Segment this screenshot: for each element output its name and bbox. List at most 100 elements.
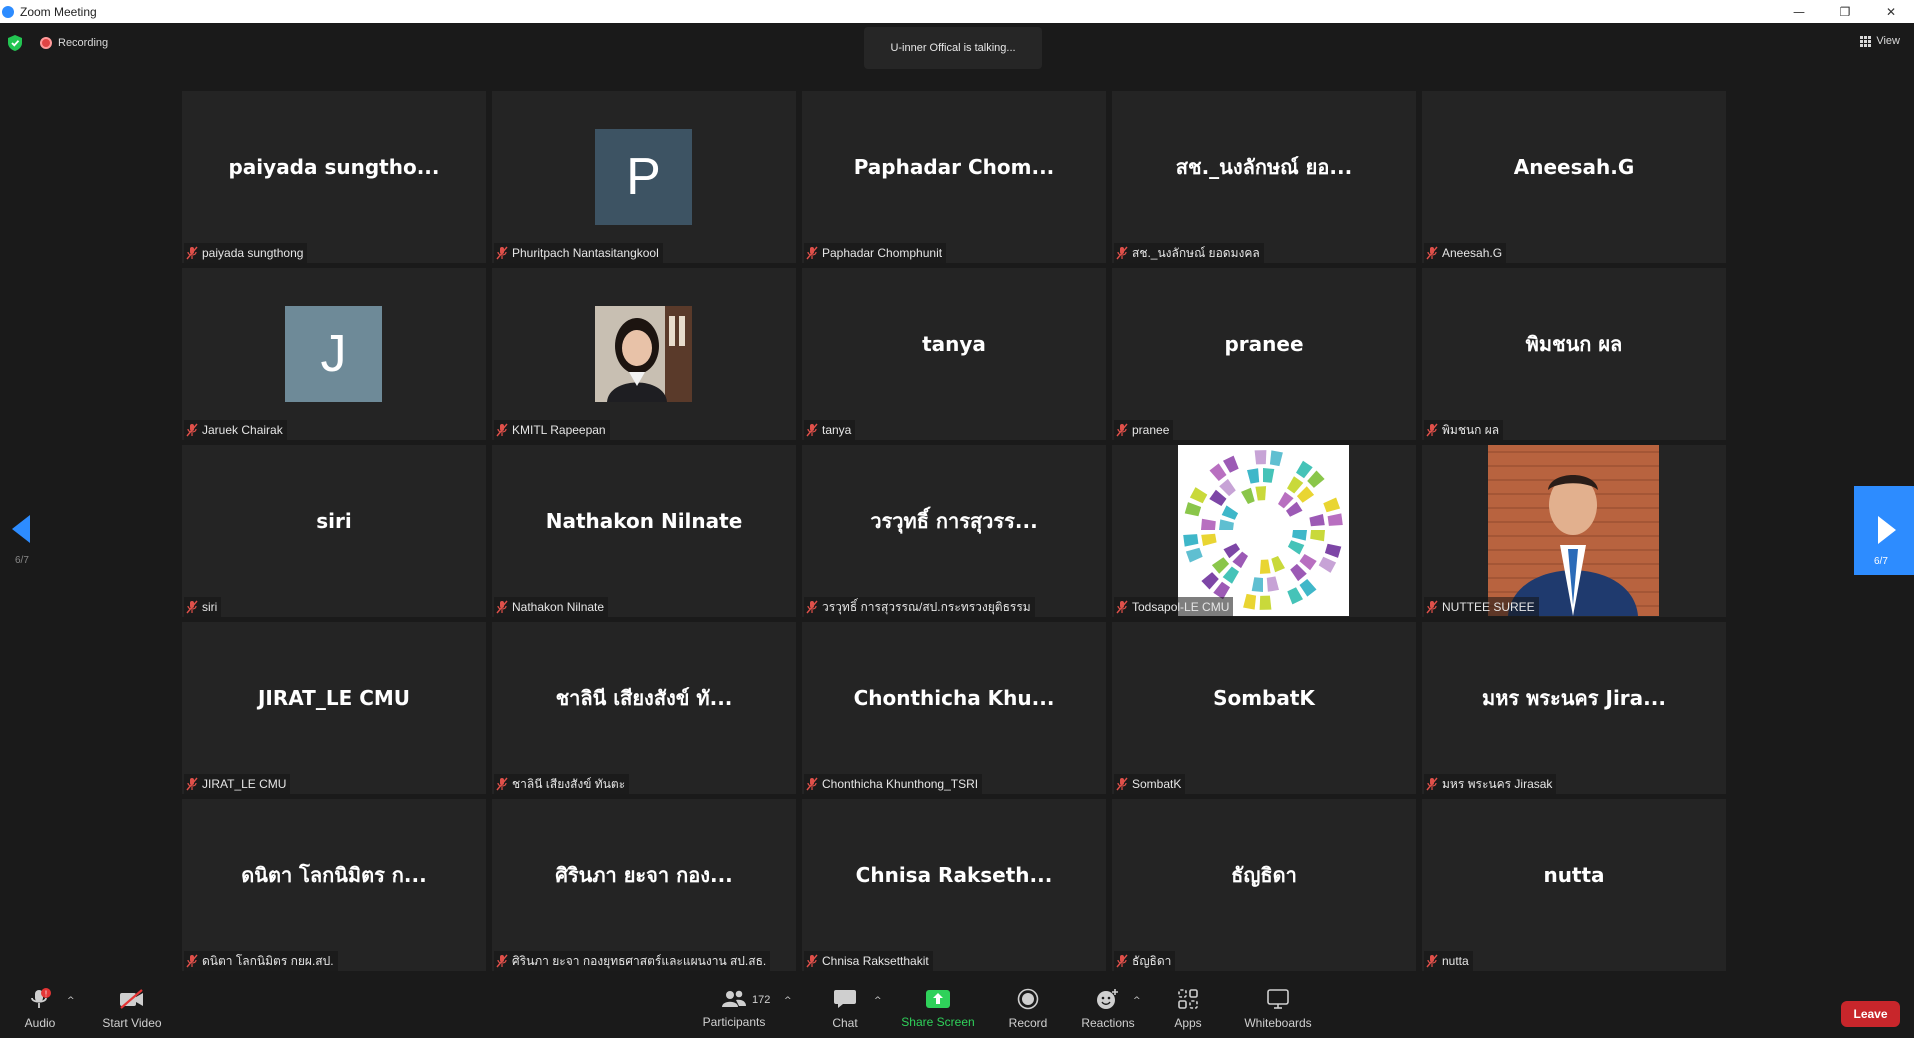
next-page-button[interactable]: 6/7 [1854, 486, 1914, 575]
muted-mic-icon [1426, 600, 1438, 614]
participant-display-name: JIRAT_LE CMU [257, 686, 411, 710]
participant-nameplate: Todsapol-LE CMU [1114, 597, 1234, 617]
participant-tile[interactable]: pranee pranee [1112, 268, 1416, 440]
window-controls: — ❐ ✕ [1776, 0, 1914, 23]
muted-mic-icon [496, 246, 508, 260]
muted-mic-icon [1116, 600, 1128, 614]
audio-options-caret-icon[interactable]: ^ [67, 996, 75, 1006]
leave-button[interactable]: Leave [1841, 1001, 1900, 1027]
recording-label: Recording [58, 37, 109, 49]
apps-label: Apps [1174, 1016, 1202, 1030]
participant-name: ชาลินี เสียงสังข์ ทันตะ [512, 776, 626, 791]
participant-display-name: pranee [1224, 332, 1304, 356]
recording-dot-icon [40, 37, 52, 49]
participant-name: Nathakon Nilnate [512, 600, 605, 614]
muted-mic-icon [806, 600, 818, 614]
participant-display-name: สช._นงลักษณ์ ยอ... [1175, 155, 1353, 179]
active-speaker-banner: U-inner Offical is talking... [864, 27, 1042, 69]
participant-tile[interactable]: ศิรินภา ยะจา กอง... ศิรินภา ยะจา กองยุทธศ… [492, 799, 796, 971]
participant-tile[interactable]: P Phuritpach Nantasitangkool [492, 91, 796, 263]
participant-tile[interactable]: ดนิตา โลกนิมิตร ก... ดนิตา โลกนิมิตร กยผ.… [182, 799, 486, 971]
participant-name: Jaruek Chairak [202, 423, 283, 437]
reactions-button[interactable]: Reactions [1078, 980, 1138, 1038]
participant-name: tanya [822, 423, 852, 437]
participant-tile[interactable]: paiyada sungtho... paiyada sungthong [182, 91, 486, 263]
whiteboards-button[interactable]: Whiteboards [1240, 980, 1316, 1038]
participant-nameplate: Chonthicha Khunthong_TSRI [804, 774, 983, 794]
recording-indicator[interactable]: Recording [40, 37, 108, 49]
participant-avatar: P [595, 129, 692, 225]
participant-tile[interactable]: มหร พระนคร Jira... มหร พระนคร Jirasak [1422, 622, 1726, 794]
muted-mic-icon [186, 423, 198, 437]
participant-tile[interactable]: Chonthicha Khu... Chonthicha Khunthong_TS… [802, 622, 1106, 794]
participant-display-name: paiyada sungtho... [228, 155, 440, 179]
share-screen-button[interactable]: Share Screen [900, 980, 976, 1038]
participant-name: SombatK [1132, 777, 1182, 791]
participant-nameplate: SombatK [1114, 774, 1186, 794]
participant-tile[interactable]: วรวุทธิ์ การสุวรร... วรวุทธิ์ การสุวรรณ/ส… [802, 445, 1106, 617]
participant-tile[interactable]: Nathakon Nilnate Nathakon Nilnate [492, 445, 796, 617]
participant-display-name: Nathakon Nilnate [545, 509, 743, 533]
participant-photo-man [1488, 445, 1659, 616]
participant-tile[interactable]: Paphadar Chom... Paphadar Chomphunit [802, 91, 1106, 263]
participant-tile[interactable]: tanya tanya [802, 268, 1106, 440]
chat-button[interactable]: Chat [825, 980, 865, 1038]
participant-nameplate: JIRAT_LE CMU [184, 774, 291, 794]
participant-display-name: SombatK [1213, 686, 1315, 710]
audio-button[interactable]: ! Audio [20, 980, 60, 1038]
muted-mic-icon [1116, 777, 1128, 791]
start-video-button[interactable]: Start Video [100, 980, 164, 1038]
participants-options-caret-icon[interactable]: ^ [784, 996, 792, 1006]
participant-name: KMITL Rapeepan [512, 423, 606, 437]
participant-tile[interactable]: SombatK SombatK [1112, 622, 1416, 794]
chat-options-caret-icon[interactable]: ^ [874, 996, 882, 1006]
audio-alert-badge: ! [45, 990, 47, 999]
record-button[interactable]: Record [1000, 980, 1056, 1038]
participant-nameplate: มหร พระนคร Jirasak [1424, 774, 1557, 794]
participants-button[interactable]: Participants [702, 980, 766, 1038]
apps-icon [1178, 989, 1198, 1009]
muted-mic-icon [186, 777, 198, 791]
participant-nameplate: สช._นงลักษณ์ ยอดมงคล [1114, 243, 1264, 263]
gallery-grid: paiyada sungtho... paiyada sungthong P Phur… [182, 91, 1728, 971]
muted-mic-icon [1426, 777, 1438, 791]
restore-button[interactable]: ❐ [1822, 0, 1868, 23]
whiteboard-icon [1267, 989, 1289, 1009]
participant-name: nutta [1442, 954, 1469, 968]
participant-nameplate: ธัญธิดา [1114, 951, 1176, 971]
participant-name: ศิรินภา ยะจา กองยุทธศาสตร์และแผนงาน สป.ส… [512, 953, 767, 968]
organization-logo-image [1178, 445, 1349, 616]
minimize-button[interactable]: — [1776, 0, 1822, 23]
participant-tile[interactable]: Aneesah.G Aneesah.G [1422, 91, 1726, 263]
share-screen-icon [926, 990, 950, 1008]
participant-tile[interactable]: JIRAT_LE CMU JIRAT_LE CMU [182, 622, 486, 794]
participant-tile[interactable]: siri siri [182, 445, 486, 617]
close-button[interactable]: ✕ [1868, 0, 1914, 23]
participant-tile[interactable]: NUTTEE SUREE [1422, 445, 1726, 617]
participant-nameplate: Jaruek Chairak [184, 420, 287, 440]
participant-tile[interactable]: KMITL Rapeepan [492, 268, 796, 440]
participant-name: Chnisa Raksetthakit [822, 954, 929, 968]
participant-tile[interactable]: ชาลินี เสียงสังข์ ทั... ชาลินี เสียงสังข์… [492, 622, 796, 794]
previous-page-button[interactable]: 6/7 [12, 515, 34, 571]
participant-tile[interactable]: ธัญธิดา ธัญธิดา [1112, 799, 1416, 971]
participant-tile[interactable]: Todsapol-LE CMU [1112, 445, 1416, 617]
view-button[interactable]: View [1860, 35, 1900, 47]
participant-tile[interactable]: Chnisa Rakseth... Chnisa Raksetthakit [802, 799, 1106, 971]
apps-button[interactable]: Apps [1168, 980, 1208, 1038]
participant-display-name: Chnisa Rakseth... [855, 863, 1053, 887]
reactions-options-caret-icon[interactable]: ^ [1133, 996, 1141, 1006]
participants-count: 172 [752, 994, 771, 1006]
participant-name: Chonthicha Khunthong_TSRI [822, 777, 979, 791]
grid-view-icon [1860, 35, 1872, 47]
participant-tile[interactable]: พิมชนก ผล พิมชนก ผล [1422, 268, 1726, 440]
participant-video [1178, 445, 1349, 616]
participant-display-name: Paphadar Chom... [853, 155, 1055, 179]
participant-display-name: Aneesah.G [1513, 155, 1635, 179]
participant-display-name: ศิรินภา ยะจา กอง... [555, 863, 733, 887]
shield-icon[interactable] [8, 35, 22, 51]
participant-tile[interactable]: สช._นงลักษณ์ ยอ... สช._นงลักษณ์ ยอดมงคล [1112, 91, 1416, 263]
participant-tile[interactable]: nutta nutta [1422, 799, 1726, 971]
muted-mic-icon [1426, 246, 1438, 260]
participant-tile[interactable]: J Jaruek Chairak [182, 268, 486, 440]
